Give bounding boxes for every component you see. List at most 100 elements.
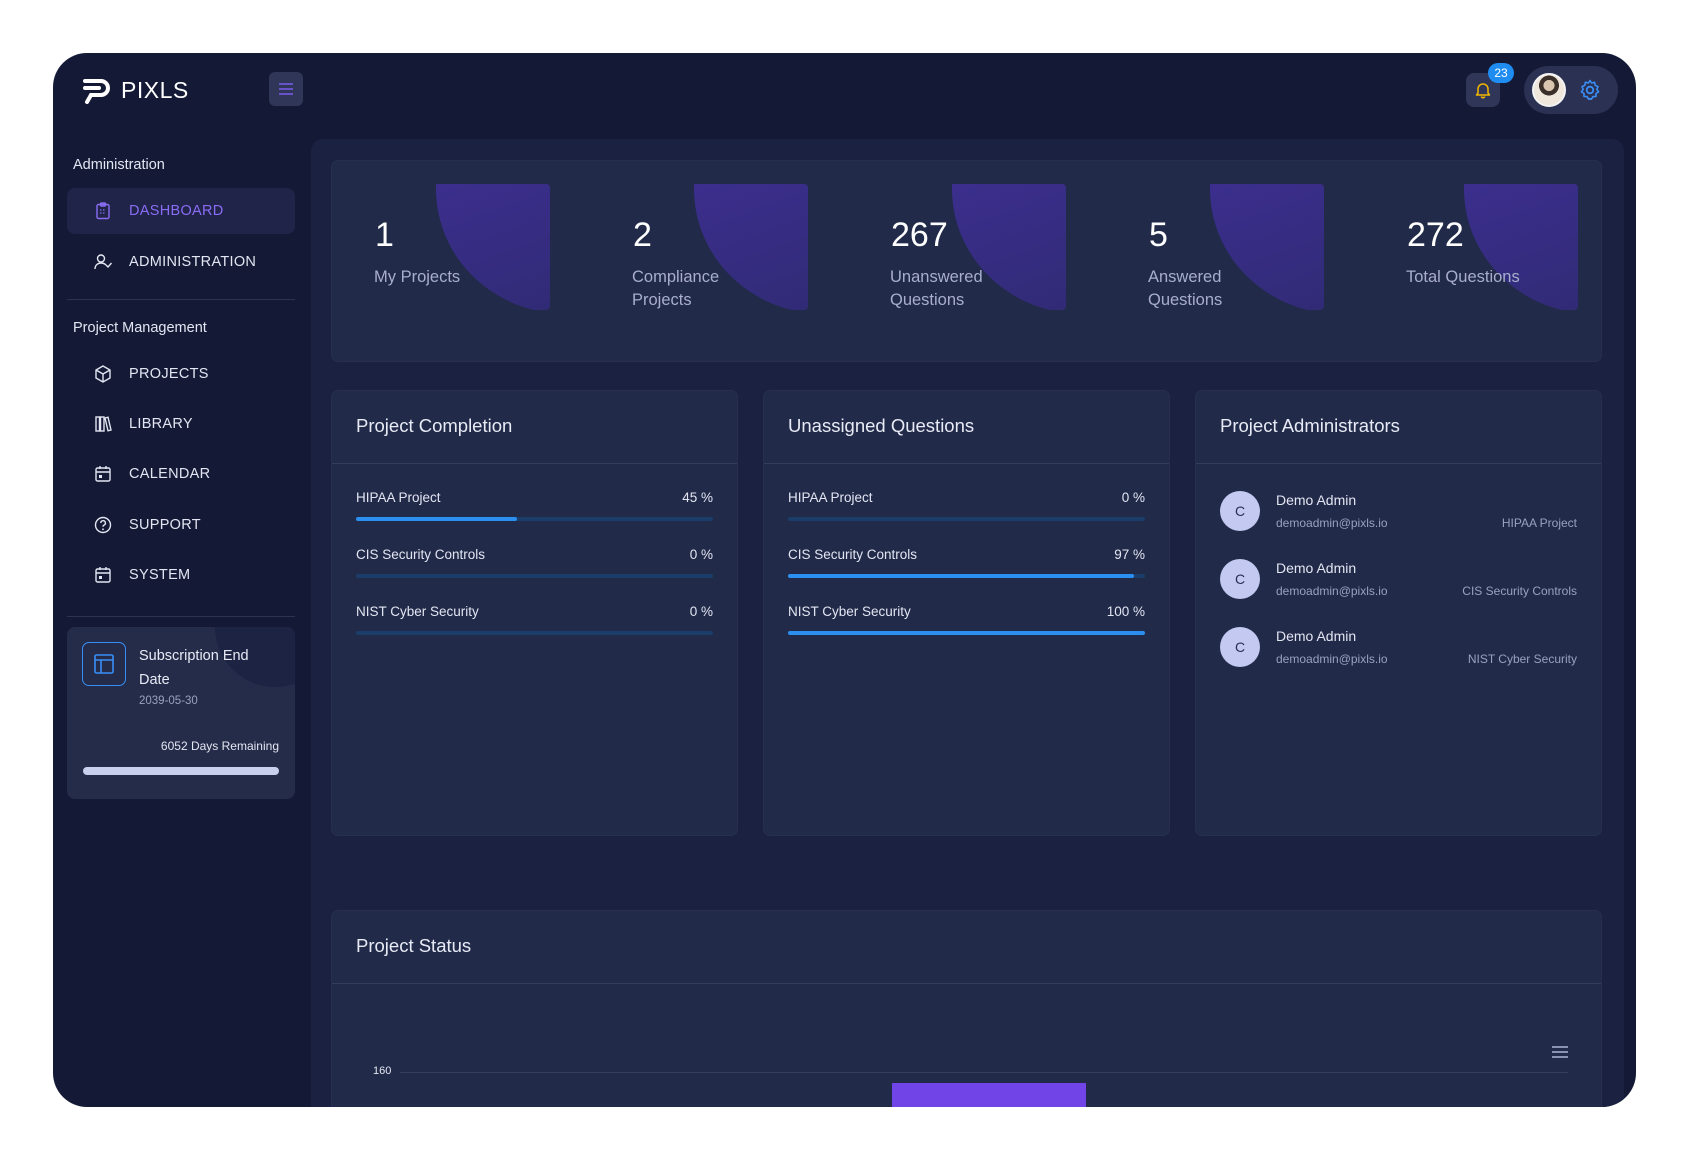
progress-name: NIST Cyber Security <box>356 604 479 619</box>
admin-name: Demo Admin <box>1276 492 1357 508</box>
progress-name: CIS Security Controls <box>356 547 486 562</box>
box-icon <box>95 365 111 383</box>
avatar: C <box>1220 559 1260 599</box>
progress-name: HIPAA Project <box>788 490 873 505</box>
main-content: 1 My Projects 2 Compliance Projects 267 … <box>311 139 1624 1107</box>
stat-card-answered-questions[interactable]: 5 Answered Questions <box>1130 184 1324 310</box>
sidebar-divider <box>67 299 295 300</box>
subscription-title: Subscription End Date <box>139 648 249 688</box>
sidebar-item-label: ADMINISTRATION <box>129 254 257 270</box>
calendar-icon <box>95 466 111 482</box>
user-avatar[interactable] <box>1532 73 1566 107</box>
brand-logo[interactable]: PIXLS <box>83 77 189 104</box>
admin-row[interactable]: C Demo Admin demoadmin@pixls.io HIPAA Pr… <box>1220 487 1577 535</box>
hamburger-icon <box>279 83 293 95</box>
progress-track <box>356 517 713 521</box>
admin-row[interactable]: C Demo Admin demoadmin@pixls.io NIST Cyb… <box>1220 623 1577 671</box>
stat-value: 1 <box>375 216 394 254</box>
stat-label: Answered Questions <box>1148 268 1223 309</box>
sidebar-item-projects[interactable]: PROJECTS <box>67 351 295 397</box>
stat-card-my-projects[interactable]: 1 My Projects <box>356 184 550 310</box>
progress-fill <box>788 631 1145 635</box>
progress-row: CIS Security Controls 0 % <box>356 547 713 578</box>
progress-name: CIS Security Controls <box>788 547 918 562</box>
stat-card-unanswered-questions[interactable]: 267 Unanswered Questions <box>872 184 1066 310</box>
stats-panel: 1 My Projects 2 Compliance Projects 267 … <box>332 161 1601 361</box>
admin-name: Demo Admin <box>1276 560 1357 576</box>
sidebar-item-system[interactable]: SYSTEM <box>67 552 295 598</box>
progress-value: 0 % <box>689 547 713 562</box>
gear-icon[interactable] <box>1578 78 1602 102</box>
chart-bar[interactable] <box>892 1083 1086 1107</box>
books-icon <box>95 416 112 432</box>
notification-count-badge: 23 <box>1488 63 1514 83</box>
nav-section-administration: Administration <box>73 157 165 173</box>
admin-email: demoadmin@pixls.io <box>1276 652 1388 666</box>
progress-value: 0 % <box>1121 490 1145 505</box>
menu-toggle-button[interactable] <box>269 72 303 106</box>
stat-value: 272 <box>1407 216 1464 254</box>
progress-value: 100 % <box>1106 604 1145 619</box>
unassigned-questions-card: Unassigned Questions HIPAA Project 0 % C… <box>764 391 1169 835</box>
sidebar-item-label: PROJECTS <box>129 366 209 382</box>
stat-label: Total Questions <box>1406 268 1520 286</box>
admin-project: NIST Cyber Security <box>1467 652 1577 666</box>
sidebar-item-label: SYSTEM <box>129 567 191 583</box>
progress-track <box>356 574 713 578</box>
chart-grid-line <box>400 1072 1568 1073</box>
admin-project: HIPAA Project <box>1501 516 1577 530</box>
sidebar-item-support[interactable]: SUPPORT <box>67 502 295 548</box>
progress-track <box>356 631 713 635</box>
user-menu[interactable] <box>1524 66 1618 114</box>
progress-value: 0 % <box>689 604 713 619</box>
admin-row[interactable]: C Demo Admin demoadmin@pixls.io CIS Secu… <box>1220 555 1577 603</box>
stat-label: My Projects <box>374 268 461 286</box>
sidebar-item-label: CALENDAR <box>129 466 211 482</box>
help-circle-icon <box>94 516 112 534</box>
progress-value: 45 % <box>682 490 713 505</box>
progress-name: NIST Cyber Security <box>788 604 911 619</box>
avatar: C <box>1220 627 1260 667</box>
progress-name: HIPAA Project <box>356 490 441 505</box>
chart-menu-icon[interactable] <box>1551 1045 1569 1059</box>
calendar-icon <box>95 567 111 583</box>
stat-value: 2 <box>633 216 652 254</box>
stat-value: 267 <box>891 216 948 254</box>
avatar: C <box>1220 491 1260 531</box>
sidebar-item-administration[interactable]: ADMINISTRATION <box>67 239 295 285</box>
progress-row: HIPAA Project 0 % <box>788 490 1145 521</box>
progress-row: CIS Security Controls 97 % <box>788 547 1145 578</box>
subscription-days-remaining: 6052 Days Remaining <box>160 739 279 753</box>
clipboard-icon <box>96 202 110 220</box>
stat-label: Unanswered Questions <box>890 268 983 309</box>
subscription-card: Subscription End Date 2039-05-30 6052 Da… <box>67 627 295 799</box>
progress-fill <box>356 517 517 521</box>
subscription-progress-bar <box>83 767 279 775</box>
sidebar-item-dashboard[interactable]: DASHBOARD <box>67 188 295 234</box>
admin-name: Demo Admin <box>1276 628 1357 644</box>
progress-fill <box>788 574 1135 578</box>
nav-section-project-management: Project Management <box>73 320 207 336</box>
admin-project: CIS Security Controls <box>1462 584 1577 598</box>
progress-track <box>788 517 1145 521</box>
sidebar-item-library[interactable]: LIBRARY <box>67 401 295 447</box>
project-completion-card: Project Completion HIPAA Project 45 % CI… <box>332 391 737 835</box>
sidebar-item-calendar[interactable]: CALENDAR <box>67 451 295 497</box>
stat-label: Compliance Projects <box>632 268 720 309</box>
pixls-logo-icon <box>83 78 110 104</box>
layout-icon <box>82 642 126 686</box>
progress-track <box>788 574 1145 578</box>
subscription-date: 2039-05-30 <box>139 695 198 707</box>
stat-card-total-questions[interactable]: 272 Total Questions <box>1388 184 1578 310</box>
card-title: Project Status <box>356 935 472 956</box>
progress-row: NIST Cyber Security 100 % <box>788 604 1145 635</box>
project-administrators-card: Project Administrators C Demo Admin demo… <box>1196 391 1601 835</box>
app-window: PIXLS Administration DASHBOARD ADMINISTR… <box>53 53 1636 1107</box>
y-axis-tick: 160 <box>373 1065 392 1077</box>
project-status-card: Project Status 160 <box>332 911 1601 1107</box>
progress-row: NIST Cyber Security 0 % <box>356 604 713 635</box>
card-title: Unassigned Questions <box>788 415 975 436</box>
sidebar-item-label: SUPPORT <box>129 517 201 533</box>
stat-card-compliance-projects[interactable]: 2 Compliance Projects <box>614 184 808 310</box>
admin-email: demoadmin@pixls.io <box>1276 516 1388 530</box>
